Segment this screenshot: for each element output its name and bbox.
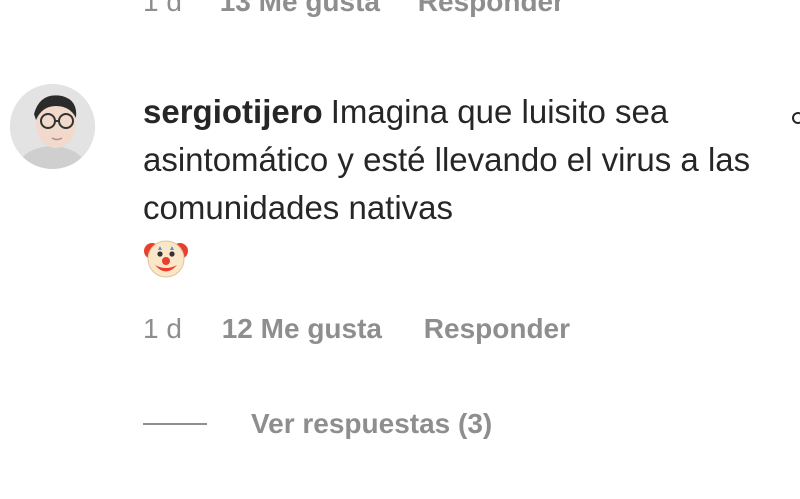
view-replies-label[interactable]: Ver respuestas (3)	[251, 408, 492, 440]
comment-body: sergiotijero Imagina que luisito sea asin…	[143, 88, 783, 293]
view-replies-button[interactable]: Ver respuestas (3)	[143, 404, 492, 444]
previous-comment-reply-button[interactable]: Responder	[418, 0, 564, 17]
replies-divider-line	[143, 423, 207, 425]
previous-comment-likes[interactable]: 13 Me gusta	[220, 0, 380, 17]
clown-face-icon	[143, 234, 783, 293]
avatar[interactable]	[10, 84, 95, 169]
previous-comment-actions: 1 d 13 Me gusta Responder	[143, 0, 594, 18]
avatar-image	[10, 84, 95, 169]
comment-likes[interactable]: 12 Me gusta	[222, 313, 382, 344]
previous-comment-time: 1 d	[143, 0, 182, 17]
comment-time: 1 d	[143, 313, 182, 344]
reply-button[interactable]: Responder	[424, 313, 570, 344]
comment-thread: 1 d 13 Me gusta Responder sergiotijero Im…	[0, 0, 800, 499]
more-options-icon[interactable]	[792, 112, 800, 124]
comment-actions: 1 d 12 Me gusta Responder	[143, 313, 570, 345]
comment-username[interactable]: sergiotijero	[143, 93, 323, 130]
